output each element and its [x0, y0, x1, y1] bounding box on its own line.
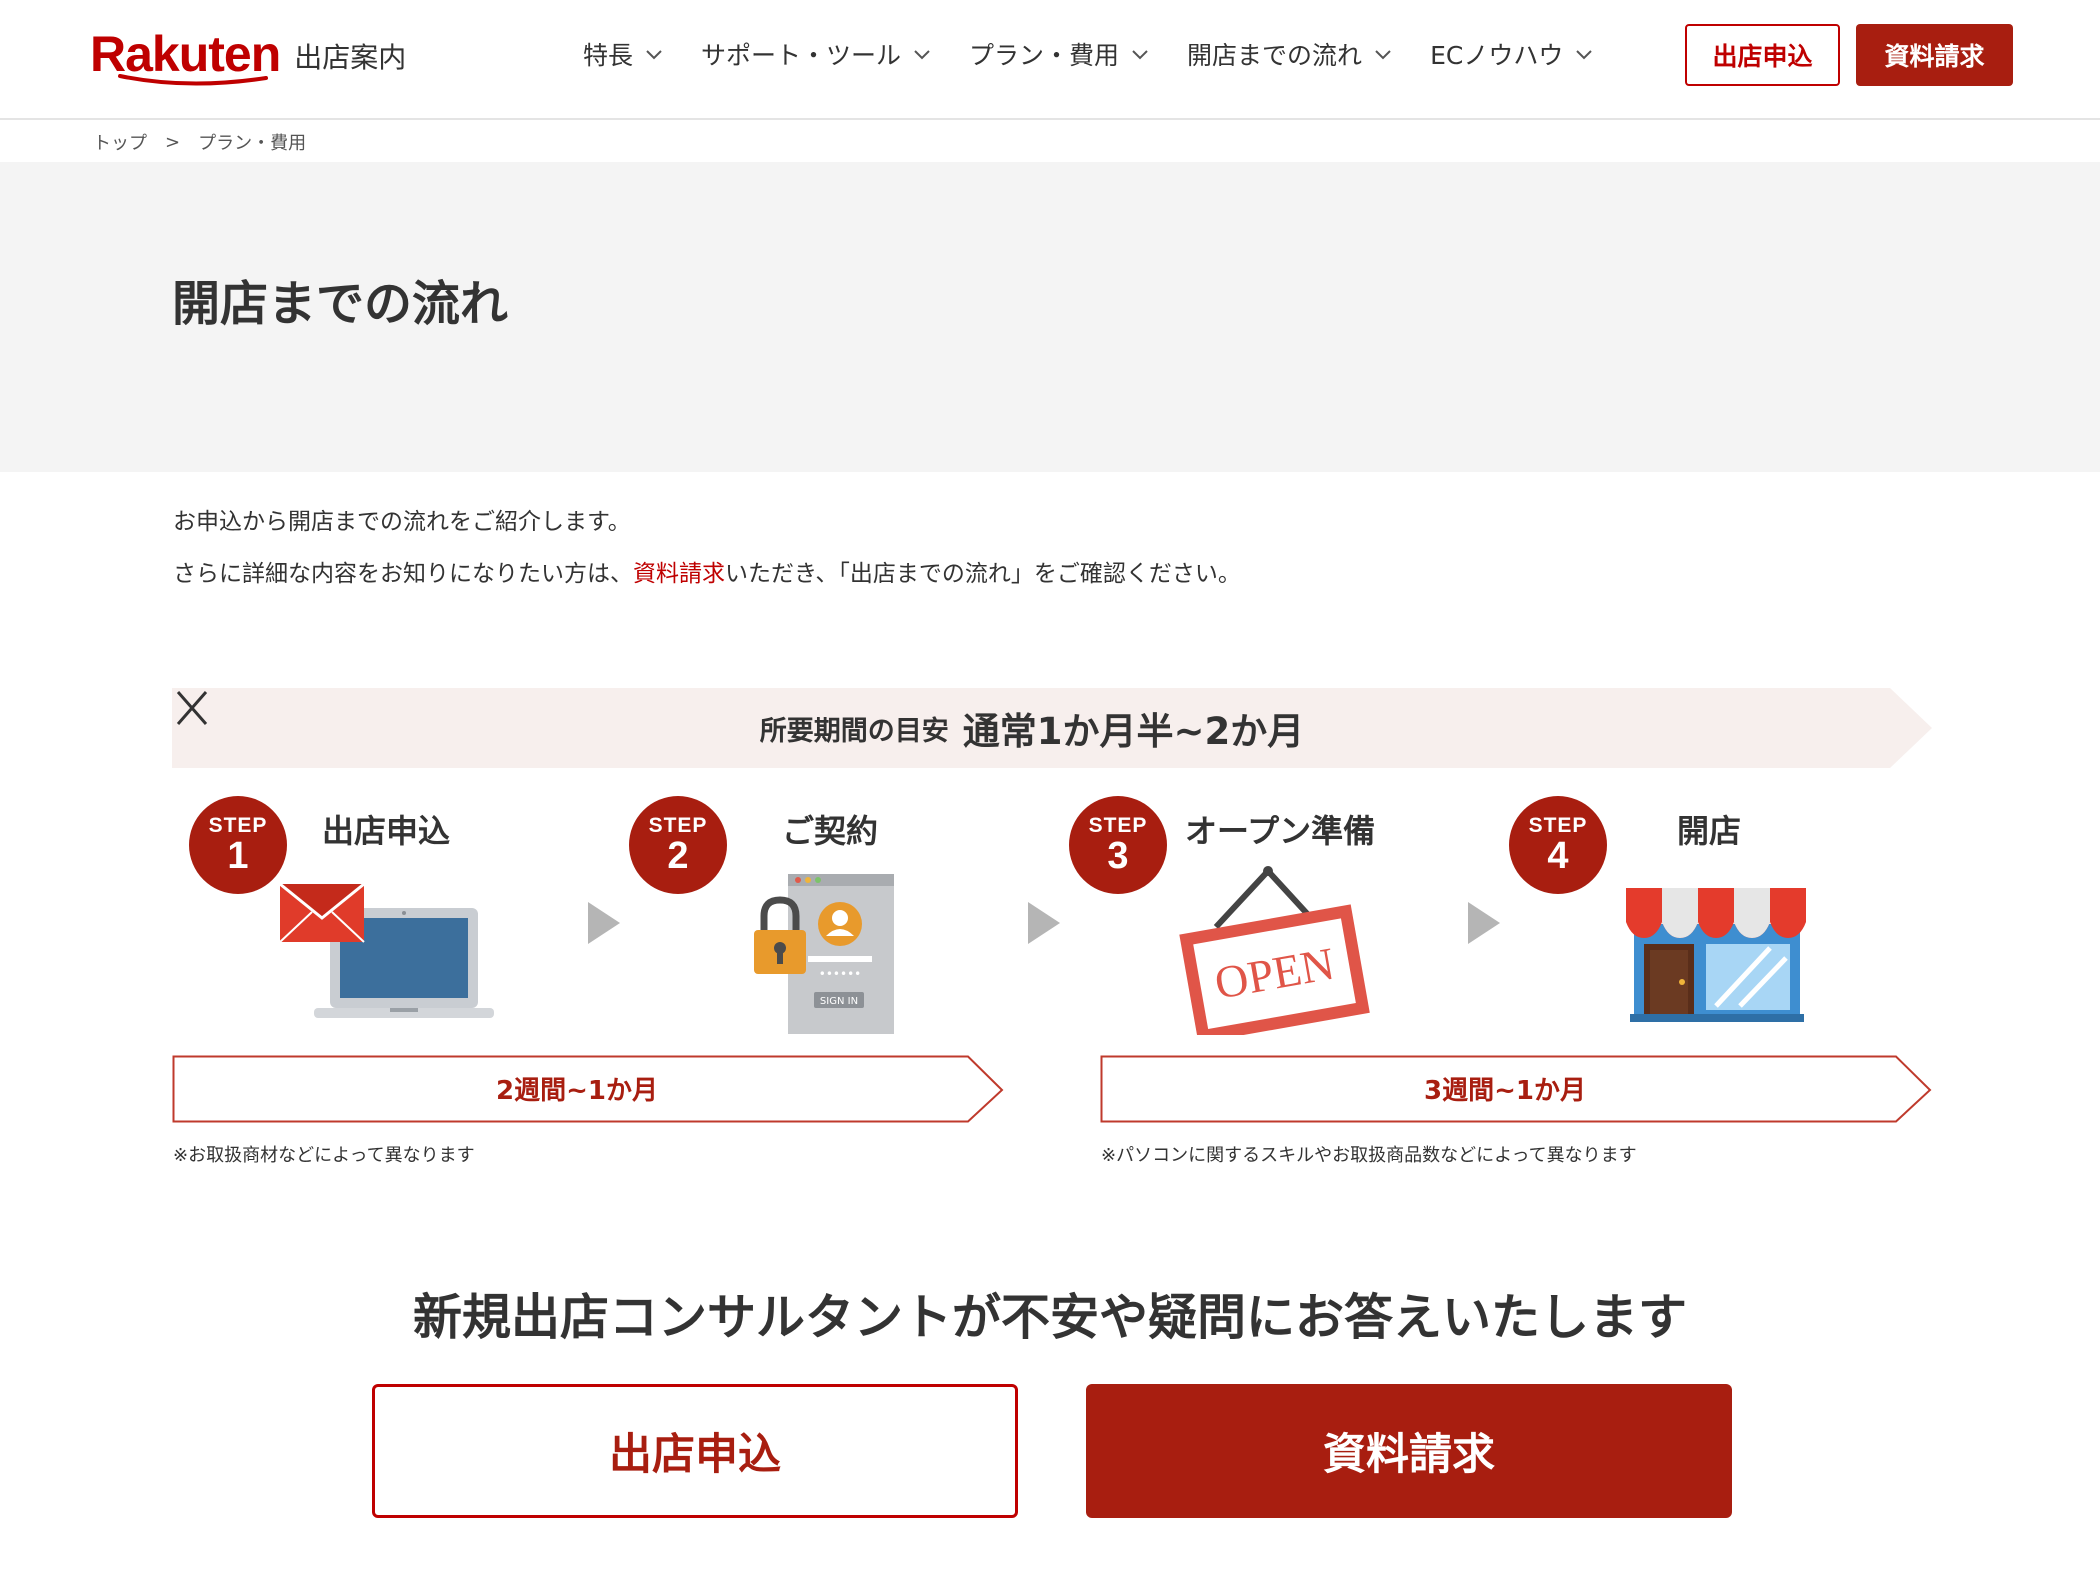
request-docs-link[interactable]: 資料請求 — [633, 561, 725, 587]
intro-text: お申込から開店までの流れをご紹介します。 さらに詳細な内容をお知りになりたい方は… — [173, 496, 1241, 600]
step-4-badge: STEP 4 — [1509, 796, 1607, 894]
step-1-title: 出店申込 — [322, 812, 451, 850]
svg-text:SIGN IN: SIGN IN — [820, 996, 858, 1007]
step-3-badge: STEP 3 — [1069, 796, 1167, 894]
laptop-mail-icon — [279, 882, 494, 1018]
chevron-down-icon — [914, 50, 930, 60]
duration-banner: 所要期間の目安 通常1か月半~2か月 — [172, 688, 1932, 768]
chevron-down-icon — [646, 50, 662, 60]
consultant-heading: 新規出店コンサルタントが不安や疑問にお答えいたします — [412, 1289, 1687, 1346]
step-2-title: ご契約 — [782, 812, 879, 850]
title-band: 開店までの流れ — [0, 162, 2100, 472]
phase-2-duration: 3週間~1か月 — [1100, 1055, 1932, 1125]
step-number: 4 — [1547, 835, 1569, 877]
step-word: STEP — [1528, 814, 1588, 837]
intro-line-1: お申込から開店までの流れをご紹介します。 — [173, 509, 631, 535]
signin-lock-icon: •••••• SIGN IN — [754, 874, 894, 1034]
chevron-down-icon — [1576, 50, 1593, 60]
step-number: 2 — [667, 835, 689, 877]
logo-subtitle: 出店案内 — [294, 41, 407, 74]
chevron-down-icon — [1375, 50, 1391, 60]
rakuten-logo[interactable]: Rakuten 出店案内 — [90, 26, 407, 86]
logo-swoosh-icon — [118, 74, 268, 86]
intro-line-2: さらに詳細な内容をお知りになりたい方は、資料請求いただき、「出店までの流れ」をご… — [173, 548, 1241, 600]
nav-item-plans-fees[interactable]: プラン・費用 — [969, 36, 1151, 72]
nav-item-label: 特長 — [583, 41, 634, 70]
open-sign-icon: OPEN — [1179, 866, 1370, 1035]
step-word: STEP — [208, 814, 268, 837]
step-next-arrow-icon — [588, 902, 620, 944]
step-3-title: オープン準備 — [1185, 812, 1376, 850]
step-number: 1 — [227, 835, 249, 877]
page-title: 開店までの流れ — [172, 276, 509, 332]
breadcrumb-home-link[interactable]: トップ — [93, 129, 147, 155]
phase-1-duration: 2週間~1か月 — [172, 1055, 1004, 1125]
phase-1-note: ※お取扱商材などによって異なります — [173, 1145, 475, 1166]
slash-deco-icon — [176, 691, 208, 725]
breadcrumb-separator: > — [165, 131, 181, 153]
phase-1-label: 2週間~1か月 — [496, 1075, 658, 1106]
chevron-down-icon — [1132, 50, 1148, 60]
cta-request-docs-button[interactable]: 資料請求 — [1086, 1384, 1732, 1518]
svg-text:••••••: •••••• — [819, 967, 861, 981]
nav-item-label: プラン・費用 — [969, 41, 1120, 70]
breadcrumb-current: プラン・費用 — [198, 133, 307, 154]
step-2-badge: STEP 2 — [629, 796, 727, 894]
main-nav: 特長 サポート・ツール プラン・費用 開店までの流れ ECノウハウ — [583, 34, 1631, 74]
nav-item-ec-knowhow[interactable]: ECノウハウ — [1430, 36, 1595, 72]
duration-label: 所要期間の目安 — [759, 715, 949, 747]
nav-item-support-tools[interactable]: サポート・ツール — [701, 36, 933, 72]
duration-value: 通常1か月半~2か月 — [962, 710, 1305, 753]
nav-item-features[interactable]: 特長 — [583, 36, 665, 72]
intro-line-2-after: いただき、「出店までの流れ」をご確認ください。 — [725, 561, 1241, 587]
duration-text: 所要期間の目安 通常1か月半~2か月 — [172, 688, 1892, 768]
breadcrumb: トップ > プラン・費用 — [93, 129, 307, 155]
cta-apply-button[interactable]: 出店申込 — [372, 1384, 1018, 1518]
header-request-docs-button[interactable]: 資料請求 — [1856, 24, 2013, 86]
nav-item-label: 開店までの流れ — [1187, 41, 1363, 70]
step-number: 3 — [1107, 835, 1129, 877]
header-apply-button[interactable]: 出店申込 — [1685, 24, 1840, 86]
step-next-arrow-icon — [1028, 902, 1060, 944]
nav-item-opening-flow[interactable]: 開店までの流れ — [1187, 36, 1394, 72]
phase-2-note: ※パソコンに関するスキルやお取扱商品数などによって異なります — [1101, 1145, 1637, 1166]
site-header: Rakuten 出店案内 特長 サポート・ツール プラン・費用 開店までの流れ … — [0, 0, 2100, 120]
nav-item-label: サポート・ツール — [701, 41, 902, 70]
storefront-icon — [1626, 888, 1806, 1022]
step-next-arrow-icon — [1468, 902, 1500, 944]
step-4-title: 開店 — [1677, 812, 1742, 850]
intro-line-2-before: さらに詳細な内容をお知りになりたい方は、 — [173, 561, 633, 587]
nav-item-label: ECノウハウ — [1430, 41, 1564, 70]
step-1-badge: STEP 1 — [189, 796, 287, 894]
step-word: STEP — [1088, 814, 1148, 837]
step-word: STEP — [648, 814, 708, 837]
phase-2-label: 3週間~1か月 — [1424, 1075, 1586, 1106]
